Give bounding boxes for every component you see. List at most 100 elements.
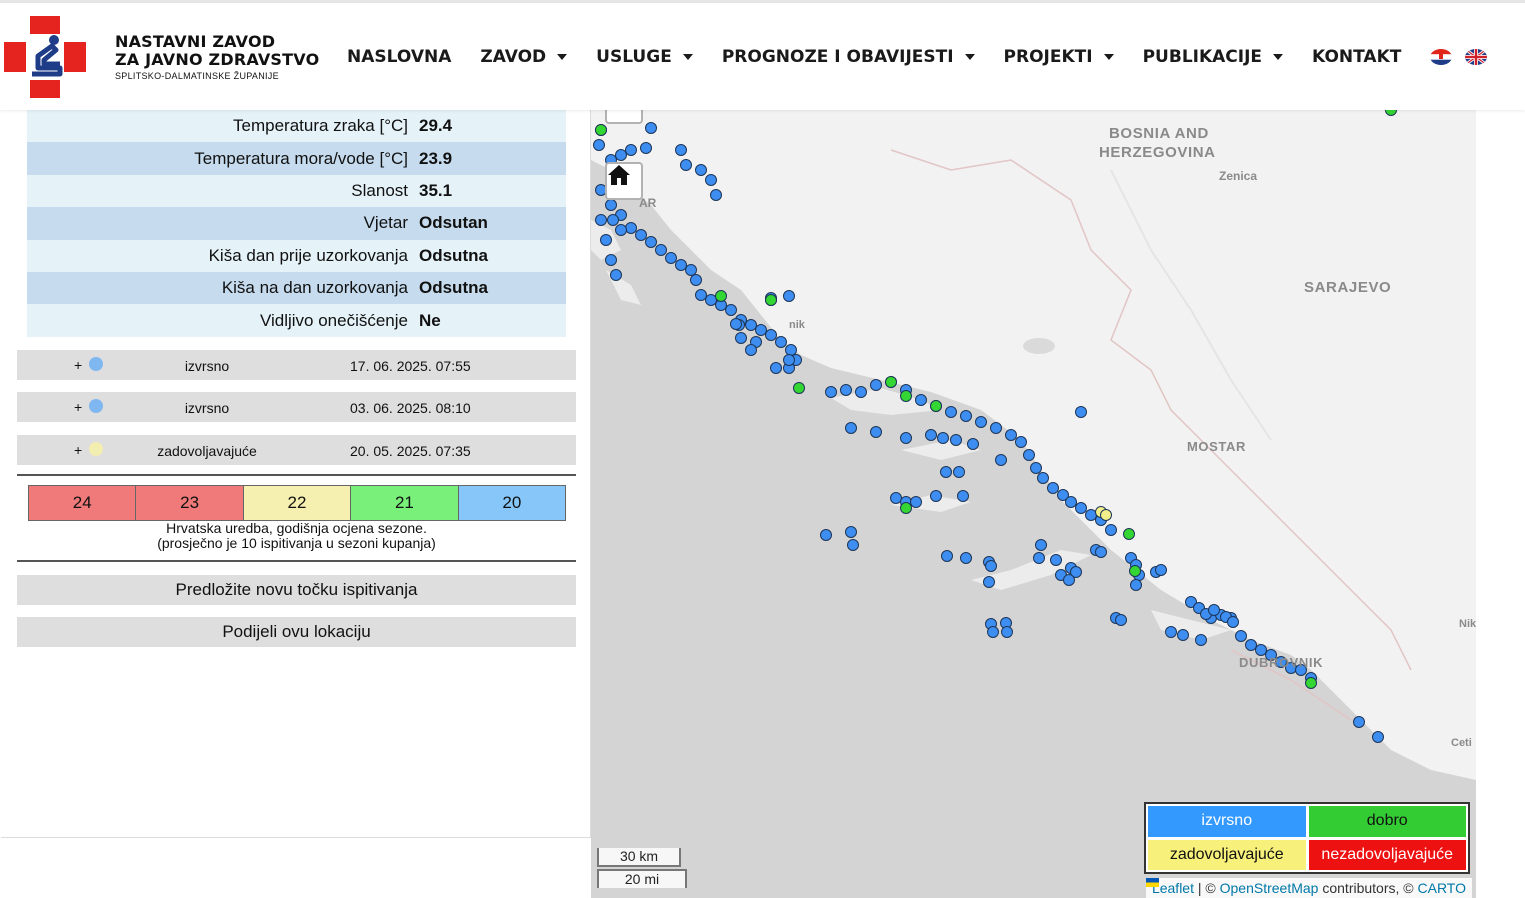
bathing-site-marker[interactable] — [1305, 677, 1317, 689]
bathing-site-marker[interactable] — [960, 552, 972, 564]
suggest-point-button[interactable]: Predložite novu točku ispitivanja — [17, 575, 576, 605]
bathing-site-marker[interactable] — [957, 490, 969, 502]
bathing-site-marker[interactable] — [1075, 502, 1087, 514]
bathing-site-marker[interactable] — [730, 318, 742, 330]
bathing-site-marker[interactable] — [745, 319, 757, 331]
bathing-site-marker[interactable] — [785, 344, 797, 356]
bathing-site-marker[interactable] — [645, 236, 657, 248]
bathing-site-marker[interactable] — [1255, 644, 1267, 656]
bathing-site-marker[interactable] — [1065, 496, 1077, 508]
sample-row[interactable]: + izvrsno 17. 06. 2025. 07:55 — [17, 350, 576, 380]
bathing-site-marker[interactable] — [655, 244, 667, 256]
bathing-site-marker[interactable] — [605, 199, 617, 211]
bathing-site-marker[interactable] — [775, 336, 787, 348]
bathing-site-marker[interactable] — [950, 434, 962, 446]
bathing-site-marker[interactable] — [990, 422, 1002, 434]
bathing-site-marker[interactable] — [1075, 406, 1087, 418]
bathing-site-marker[interactable] — [770, 362, 782, 374]
bathing-site-marker[interactable] — [1177, 629, 1189, 641]
bathing-site-markers[interactable] — [591, 110, 1476, 898]
bathing-site-marker[interactable] — [840, 384, 852, 396]
bathing-site-marker[interactable] — [995, 454, 1007, 466]
bathing-site-marker[interactable] — [745, 344, 757, 356]
bathing-site-marker[interactable] — [1165, 626, 1177, 638]
bathing-site-marker[interactable] — [1195, 634, 1207, 646]
sample-row[interactable]: + izvrsno 03. 06. 2025. 08:10 — [17, 392, 576, 422]
bathing-site-marker[interactable] — [1001, 626, 1013, 638]
english-flag-icon[interactable] — [1465, 49, 1488, 65]
bathing-site-marker[interactable] — [1245, 639, 1257, 651]
bathing-site-marker[interactable] — [855, 386, 867, 398]
bathing-site-marker[interactable] — [610, 269, 622, 281]
bathing-site-marker[interactable] — [985, 560, 997, 572]
bathing-site-marker[interactable] — [615, 224, 627, 236]
bathing-site-marker[interactable] — [967, 438, 979, 450]
bathing-site-marker[interactable] — [690, 274, 702, 286]
bathing-site-marker[interactable] — [1037, 472, 1049, 484]
bathing-site-marker[interactable] — [1372, 731, 1384, 743]
bathing-site-marker[interactable] — [953, 466, 965, 478]
zoom-control[interactable] — [605, 110, 643, 124]
bathing-site-marker[interactable] — [1035, 539, 1047, 551]
bathing-site-marker[interactable] — [885, 376, 897, 388]
bathing-site-marker[interactable] — [1100, 509, 1112, 521]
bathing-site-marker[interactable] — [900, 432, 912, 444]
bathing-site-marker[interactable] — [1095, 546, 1107, 558]
bathing-site-marker[interactable] — [735, 332, 747, 344]
bathing-site-marker[interactable] — [765, 329, 777, 341]
bathing-site-marker[interactable] — [1033, 552, 1045, 564]
bathing-site-marker[interactable] — [685, 264, 697, 276]
bathing-site-marker[interactable] — [890, 492, 902, 504]
bathing-site-marker[interactable] — [640, 142, 652, 154]
bathing-site-marker[interactable] — [715, 290, 727, 302]
bathing-site-marker[interactable] — [1085, 509, 1097, 521]
bathing-site-marker[interactable] — [635, 229, 647, 241]
bathing-site-marker[interactable] — [793, 382, 805, 394]
nav-contact[interactable]: KONTAKT — [1312, 47, 1401, 67]
bathing-site-marker[interactable] — [915, 394, 927, 406]
bathing-site-marker[interactable] — [1385, 110, 1397, 116]
bathing-site-marker[interactable] — [625, 144, 637, 156]
bathing-site-marker[interactable] — [765, 294, 777, 306]
bathing-site-marker[interactable] — [910, 496, 922, 508]
bathing-site-marker[interactable] — [825, 386, 837, 398]
bathing-site-marker[interactable] — [725, 304, 737, 316]
bathing-site-marker[interactable] — [941, 550, 953, 562]
sample-row[interactable]: + zadovoljavajuće 20. 05. 2025. 07:35 — [17, 435, 576, 465]
bathing-site-marker[interactable] — [1130, 579, 1142, 591]
bathing-site-marker[interactable] — [1227, 616, 1239, 628]
bathing-site-marker[interactable] — [983, 576, 995, 588]
bathing-site-marker[interactable] — [925, 429, 937, 441]
bathing-site-marker[interactable] — [783, 354, 795, 366]
bathing-site-marker[interactable] — [705, 174, 717, 186]
nav-projects[interactable]: PROJEKTI — [1004, 47, 1114, 67]
nav-services[interactable]: USLUGE — [596, 47, 693, 67]
expand-icon[interactable]: + — [74, 399, 82, 415]
nav-institute[interactable]: ZAVOD — [480, 47, 568, 67]
bathing-site-marker[interactable] — [675, 259, 687, 271]
osm-link[interactable]: OpenStreetMap — [1220, 880, 1319, 896]
bathing-site-marker[interactable] — [945, 406, 957, 418]
bathing-site-marker[interactable] — [1115, 614, 1127, 626]
bathing-site-marker[interactable] — [783, 290, 795, 302]
bathing-site-marker[interactable] — [710, 189, 722, 201]
bathing-site-marker[interactable] — [1123, 528, 1135, 540]
bathing-site-marker[interactable] — [975, 416, 987, 428]
bathing-site-marker[interactable] — [593, 139, 605, 151]
home-button[interactable] — [605, 162, 643, 200]
logo-icon[interactable] — [4, 16, 86, 98]
bathing-site-marker[interactable] — [1129, 565, 1141, 577]
bathing-site-marker[interactable] — [1353, 716, 1365, 728]
bathing-site-marker[interactable] — [605, 254, 617, 266]
bathing-site-marker[interactable] — [870, 426, 882, 438]
bathing-site-marker[interactable] — [1030, 462, 1042, 474]
bathing-site-marker[interactable] — [900, 502, 912, 514]
bathing-site-marker[interactable] — [705, 294, 717, 306]
bathing-site-marker[interactable] — [930, 490, 942, 502]
bathing-site-marker[interactable] — [625, 222, 637, 234]
share-location-button[interactable]: Podijeli ovu lokaciju — [17, 617, 576, 647]
bathing-site-marker[interactable] — [615, 149, 627, 161]
bathing-site-marker[interactable] — [847, 539, 859, 551]
nav-home[interactable]: NASLOVNA — [347, 47, 451, 67]
bathing-site-marker[interactable] — [845, 422, 857, 434]
